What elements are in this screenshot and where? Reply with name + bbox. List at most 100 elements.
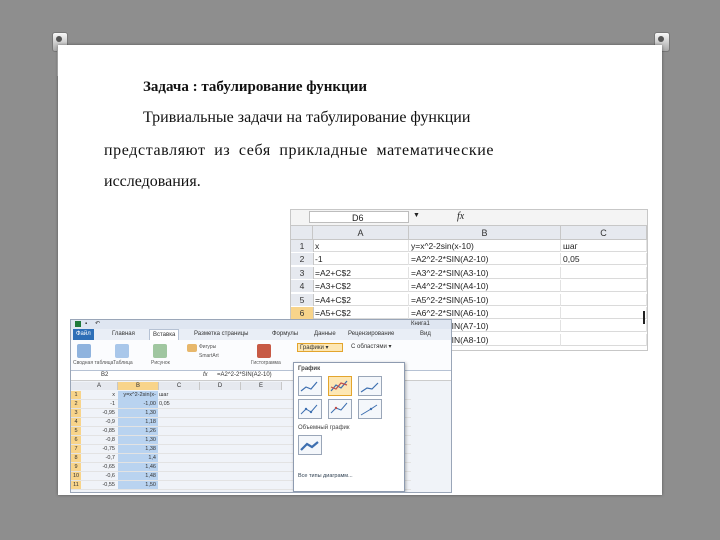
row-number[interactable]: 11	[71, 481, 81, 489]
cell-b[interactable]: =A6^2-2*SIN(A6-10)	[409, 307, 561, 319]
corner-cell[interactable]	[291, 226, 313, 240]
fx-icon[interactable]: fx	[457, 211, 464, 222]
cell-b[interactable]: =A3^2-2*SIN(A3-10)	[409, 266, 561, 279]
cell-c[interactable]	[561, 280, 647, 293]
row-number[interactable]: 3	[291, 266, 314, 279]
cell-a[interactable]: -0,6	[81, 472, 117, 480]
cell-a[interactable]: =A3+C$2	[313, 280, 409, 293]
line-markers-thumb-3[interactable]	[358, 399, 382, 419]
name-box[interactable]: D6	[309, 211, 409, 223]
row-number[interactable]: 3	[71, 409, 81, 417]
cell-a[interactable]: -0,55	[81, 481, 117, 489]
cell-a[interactable]: -0,75	[81, 445, 117, 453]
row-number[interactable]: 6	[71, 436, 81, 444]
cell-a[interactable]: x	[313, 240, 409, 252]
cell-a[interactable]: =A4+C$2	[313, 293, 409, 306]
row-number[interactable]: 2	[291, 253, 314, 266]
row-number[interactable]: 4	[71, 418, 81, 426]
col-header-d-bottom[interactable]: D	[200, 382, 241, 390]
cell-b[interactable]: 1,26	[118, 427, 158, 435]
cell-c[interactable]	[561, 293, 647, 306]
cell-c[interactable]	[561, 320, 647, 333]
3d-line-chart-thumb[interactable]	[298, 435, 322, 455]
formula-text-bottom[interactable]: =A2^2-2*SIN(A2-10)	[217, 371, 272, 380]
row-number[interactable]: 7	[71, 445, 81, 453]
cell-a[interactable]: =A5+C$2	[313, 307, 409, 319]
cell-b[interactable]: =A4^2-2*SIN(A4-10)	[409, 280, 561, 293]
cell-c[interactable]	[561, 266, 647, 279]
tab-view[interactable]: Вид	[417, 329, 434, 340]
row-number[interactable]: 4	[291, 280, 314, 293]
cell-b[interactable]: =A5^2-2*SIN(A5-10)	[409, 293, 561, 306]
row-number[interactable]: 5	[291, 293, 314, 306]
cell-c[interactable]: шаг	[561, 240, 647, 252]
row-number[interactable]: 8	[71, 454, 81, 462]
col-header-a-bottom[interactable]: A	[81, 382, 118, 390]
cell-c[interactable]	[561, 307, 647, 319]
tab-home[interactable]: Главная	[109, 329, 138, 340]
row-number[interactable]: 5	[71, 427, 81, 435]
line-chart-thumb-2[interactable]	[328, 376, 352, 396]
row-number[interactable]: 2	[71, 400, 81, 408]
col-header-a[interactable]: A	[313, 226, 409, 240]
name-box-bottom[interactable]: B2	[101, 371, 108, 380]
all-chart-types-link[interactable]: Все типы диаграмм...	[298, 473, 353, 479]
line-chart-thumb-3[interactable]	[358, 376, 382, 396]
row-number[interactable]: 9	[71, 463, 81, 471]
line-chart-thumb-1[interactable]	[298, 376, 322, 396]
tab-page-layout[interactable]: Разметка страницы	[191, 329, 251, 340]
tab-insert[interactable]: Вставка	[149, 329, 180, 340]
cell-a[interactable]: -0,85	[81, 427, 117, 435]
cell-a[interactable]: -0,9	[81, 418, 117, 426]
quick-access-undo-icon[interactable]: ↶	[95, 320, 100, 329]
cell-b[interactable]: y=x^2-2sin(x-10)	[409, 240, 561, 252]
tab-data[interactable]: Данные	[311, 329, 339, 340]
row-number[interactable]: 6	[291, 307, 314, 319]
fx-icon-bottom[interactable]: fx	[203, 371, 208, 380]
cell-c[interactable]	[561, 333, 647, 346]
cell-a[interactable]: -0,95	[81, 409, 117, 417]
tab-file[interactable]: Файл	[73, 329, 94, 340]
cell-b[interactable]: 1,50	[118, 481, 158, 489]
quick-access-save-icon[interactable]: ▪	[85, 320, 87, 329]
tab-review[interactable]: Рецензирование	[345, 329, 397, 340]
cell-a[interactable]: -1	[81, 400, 117, 408]
pivot-table-icon[interactable]	[77, 344, 91, 358]
cell-b[interactable]: 1,18	[118, 418, 158, 426]
cell-a[interactable]: -0,65	[81, 463, 117, 471]
tab-formulas[interactable]: Формулы	[269, 329, 301, 340]
cell-c[interactable]: 0,05	[561, 253, 647, 266]
col-header-c[interactable]: C	[561, 226, 647, 240]
histogram-icon[interactable]	[257, 344, 271, 358]
cell-b[interactable]: 1,30	[118, 436, 158, 444]
row-number[interactable]: 1	[291, 240, 314, 252]
picture-icon[interactable]	[153, 344, 167, 358]
cell-b[interactable]: 1,4	[118, 454, 158, 462]
row-number[interactable]: 10	[71, 472, 81, 480]
line-markers-thumb-1[interactable]	[298, 399, 322, 419]
cell-b[interactable]: 1,30	[118, 409, 158, 417]
cell-a[interactable]: x	[81, 391, 117, 399]
cell-a[interactable]: -0,8	[81, 436, 117, 444]
cell-b[interactable]: 1,46	[118, 463, 158, 471]
col-header-b[interactable]: B	[409, 226, 561, 240]
cell-a[interactable]: =A2+C$2	[313, 266, 409, 279]
area-chart-button[interactable]: С областями ▾	[351, 343, 392, 350]
line-markers-thumb-2[interactable]	[328, 399, 352, 419]
shapes-icon[interactable]	[187, 344, 197, 352]
table-icon[interactable]	[115, 344, 129, 358]
cell-a[interactable]: -0,7	[81, 454, 117, 462]
cell-b[interactable]: =A2^2-2*SIN(A2-10)	[409, 253, 561, 266]
charts-dropdown-button[interactable]: Графики ▾	[297, 343, 343, 352]
cell-b[interactable]: 1,38	[118, 445, 158, 453]
dropdown-arrow-icon[interactable]: ▼	[413, 212, 420, 219]
col-header-b-bottom[interactable]: B	[118, 382, 159, 390]
col-header-c-bottom[interactable]: C	[159, 382, 200, 390]
cell-b[interactable]: 1,48	[118, 472, 158, 480]
cell-c[interactable]: шаг	[159, 391, 189, 399]
cell-b[interactable]: -1,00	[118, 400, 158, 408]
cell-c[interactable]: 0,05	[159, 400, 189, 408]
row-number[interactable]: 1	[71, 391, 81, 399]
cell-a[interactable]: -1	[313, 253, 409, 266]
col-header-e-bottom[interactable]: E	[241, 382, 282, 390]
